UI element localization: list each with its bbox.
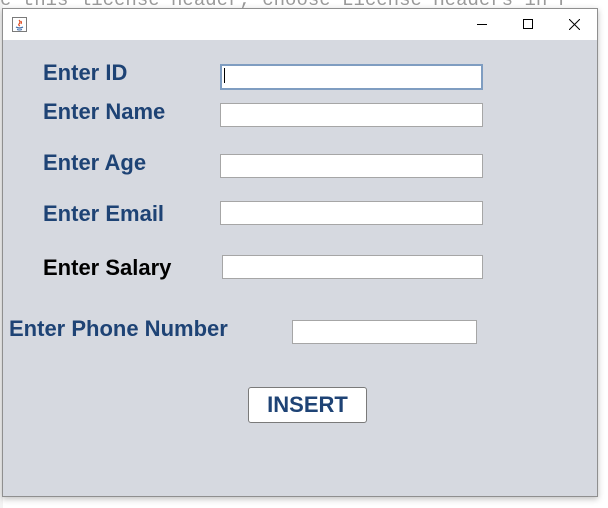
id-label: Enter ID: [43, 60, 128, 85]
maximize-icon: [522, 19, 533, 29]
phone-number-input[interactable]: [292, 320, 477, 344]
maximize-button[interactable]: [505, 9, 551, 40]
email-input[interactable]: [220, 201, 483, 225]
salary-input[interactable]: [222, 255, 483, 279]
minimize-icon: [476, 24, 487, 25]
salary-label: Enter Salary: [43, 255, 172, 280]
email-label: Enter Email: [43, 201, 165, 226]
title-bar: [3, 9, 597, 40]
id-input[interactable]: [220, 64, 483, 90]
java-app-icon: [12, 17, 27, 32]
text-caret: [224, 68, 225, 83]
close-button[interactable]: [551, 9, 597, 40]
name-label: Enter Name: [43, 99, 166, 124]
age-input[interactable]: [220, 154, 483, 178]
age-label: Enter Age: [43, 150, 147, 175]
name-input[interactable]: [220, 103, 483, 127]
minimize-button[interactable]: [459, 9, 505, 40]
phone-label: Enter Phone Number: [9, 316, 228, 341]
insert-button[interactable]: INSERT: [248, 387, 367, 423]
close-icon: [568, 19, 580, 30]
